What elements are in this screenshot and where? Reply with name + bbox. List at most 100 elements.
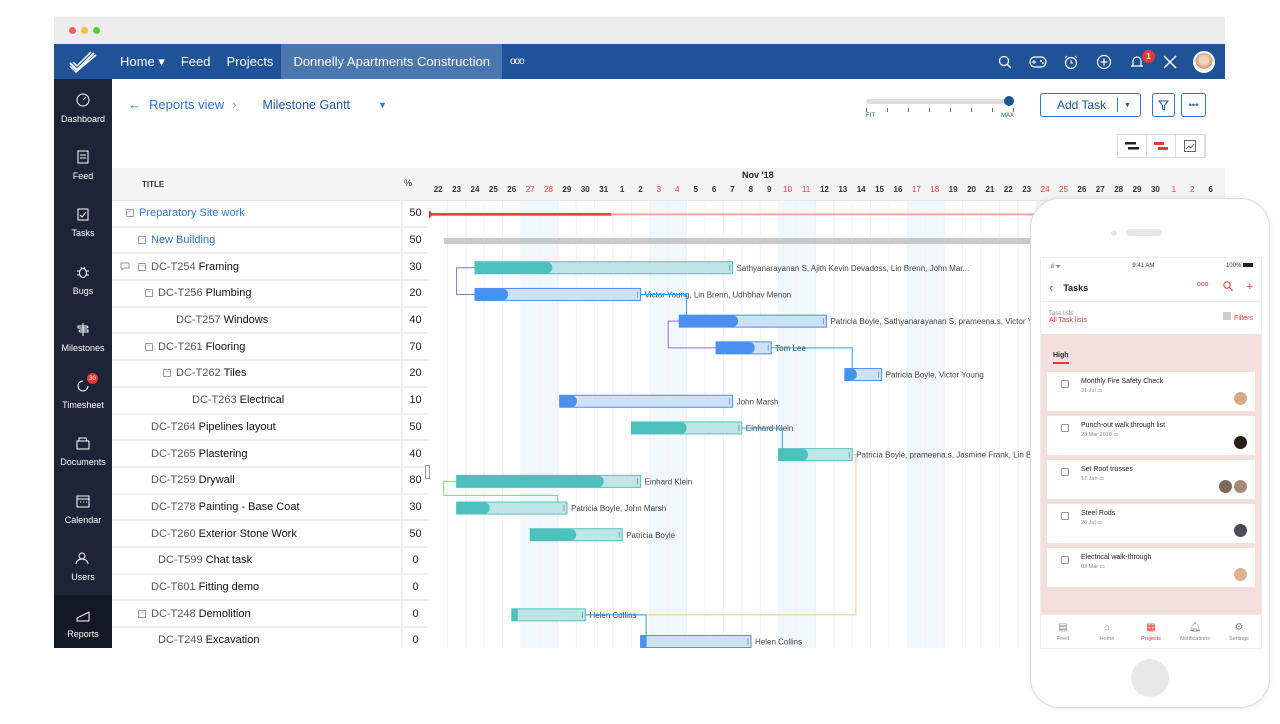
task-row[interactable]: DC-T265 Plastering 40 [112, 441, 428, 468]
user-avatar[interactable] [1193, 50, 1215, 73]
phone-tab-settings[interactable]: ⚙ Settings [1217, 615, 1261, 648]
bell-icon[interactable]: 1 [1127, 49, 1155, 72]
phone-tab-notifications[interactable]: 🔔︎ Notifications [1173, 615, 1217, 648]
task-list-selector[interactable]: Task lists All Task lists Filters [1041, 302, 1261, 332]
add-task-button[interactable]: Add Task ▼ [1040, 93, 1141, 117]
phone-add-icon[interactable]: + [1247, 281, 1253, 294]
back-chevron-icon[interactable]: ‹ [1049, 280, 1053, 295]
more-options-button[interactable]: ••• [1181, 93, 1206, 117]
task-name[interactable]: Chat task [206, 554, 252, 566]
task-name[interactable]: Exterior Stone Work [199, 528, 297, 540]
task-row[interactable]: DC-T259 Drywall 80 [112, 467, 428, 495]
zoom-slider-track[interactable] [866, 99, 1014, 104]
task-name[interactable]: Demolition [199, 608, 251, 620]
task-row[interactable]: DC-T601 Fitting demo 0 [112, 574, 428, 602]
gantt-view-button[interactable] [1118, 135, 1147, 157]
plus-circle-icon[interactable] [1094, 52, 1114, 72]
phone-tab-feed[interactable]: ▤ Feed [1041, 615, 1085, 648]
critical-path-button[interactable] [1147, 135, 1176, 157]
task-row[interactable]: DC-T263 Electrical 10 [112, 387, 428, 415]
tools-icon[interactable] [1160, 52, 1180, 72]
sidebar-item-users[interactable]: Users [54, 537, 112, 594]
chevron-down-icon[interactable]: ▼ [378, 100, 387, 110]
maximize-window-button[interactable] [93, 27, 100, 34]
task-row[interactable]: − DC-T254 Framing 30 [112, 254, 428, 282]
more-icon[interactable]: ooo [1197, 281, 1209, 294]
task-name[interactable]: Fitting demo [199, 581, 260, 593]
sidebar-item-dashboard[interactable]: Dashboard [54, 79, 112, 136]
phone-tab-projects[interactable]: ▦ Projects [1129, 615, 1173, 648]
filter-button[interactable] [1152, 93, 1175, 117]
task-checkbox[interactable] [1061, 424, 1069, 432]
nav-more-button[interactable]: ooo [502, 56, 532, 67]
back-arrow-icon[interactable]: ← [128, 97, 141, 112]
task-name[interactable]: Preparatory Site work [139, 207, 245, 219]
sidebar-item-timesheet[interactable]: 30 Timesheet [54, 365, 112, 422]
reports-view-link[interactable]: Reports view [149, 97, 224, 112]
task-row[interactable]: DC-T249 Excavation 0 [112, 628, 428, 648]
phone-task-card[interactable]: Steel Rods 26 Jul ▭ [1047, 504, 1255, 543]
nav-active-project[interactable]: Donnelly Apartments Construction [281, 44, 502, 79]
task-checkbox[interactable] [1061, 512, 1069, 520]
task-checkbox[interactable] [1061, 556, 1069, 564]
collapse-toggle-icon[interactable]: − [145, 342, 153, 351]
priority-tab-high[interactable]: High [1053, 352, 1069, 364]
task-row[interactable]: − DC-T256 Plumbing 20 [112, 281, 428, 308]
task-row[interactable]: DC-T599 Chat task 0 [112, 547, 428, 575]
checkmark-logo-icon[interactable] [54, 50, 112, 73]
phone-tab-home[interactable]: ⌂ Home [1085, 615, 1129, 648]
task-name[interactable]: Flooring [206, 341, 246, 353]
alarm-clock-icon[interactable] [1061, 52, 1081, 72]
phone-task-card[interactable]: Set Roof trusses 17 Jan ▭ [1047, 460, 1255, 499]
task-name[interactable]: Tiles [224, 367, 247, 379]
view-select[interactable]: Milestone Gantt [262, 98, 350, 112]
collapse-toggle-icon[interactable]: − [126, 209, 134, 218]
task-row[interactable]: − DC-T248 Demolition 0 [112, 601, 428, 628]
sidebar-item-tasks[interactable]: Tasks [54, 194, 112, 251]
zoom-slider[interactable]: FIT MAX [866, 96, 1014, 119]
phone-task-card[interactable]: Electrical walk-through 03 Mar ▭ [1047, 548, 1255, 587]
task-row[interactable]: DC-T278 Painting - Base Coat 30 [112, 494, 428, 522]
close-window-button[interactable] [69, 27, 76, 34]
task-name[interactable]: Electrical [240, 394, 285, 406]
nav-feed[interactable]: Feed [173, 44, 219, 79]
task-row[interactable]: − Preparatory Site work 50 [112, 201, 428, 228]
task-name[interactable]: New Building [151, 234, 215, 246]
collapse-toggle-icon[interactable]: − [138, 236, 146, 245]
zoom-slider-handle[interactable] [1004, 96, 1014, 106]
phone-home-button[interactable] [1131, 659, 1169, 697]
phone-task-card[interactable]: Punch-out walk through list 23 Mar 2018 ▭ [1047, 416, 1255, 455]
collapse-toggle-icon[interactable]: − [145, 289, 153, 298]
task-name[interactable]: Pipelines layout [199, 421, 276, 433]
sidebar-item-calendar[interactable]: Calendar [54, 480, 112, 537]
percent-column-header[interactable]: % [404, 178, 412, 188]
task-row[interactable]: − DC-T261 Flooring 70 [112, 334, 428, 362]
task-row[interactable]: − New Building 50 [112, 227, 428, 255]
task-lists-value[interactable]: All Task lists [1049, 317, 1087, 324]
add-task-dropdown-icon[interactable]: ▼ [1124, 102, 1131, 109]
task-checkbox[interactable] [1061, 380, 1069, 388]
baseline-button[interactable] [1176, 135, 1205, 157]
task-name[interactable]: Plumbing [206, 287, 252, 299]
collapse-toggle-icon[interactable]: − [138, 609, 146, 618]
task-name[interactable]: Excavation [206, 634, 260, 646]
comment-icon[interactable] [120, 262, 130, 274]
collapse-toggle-icon[interactable]: − [163, 369, 171, 378]
title-column-header[interactable]: TITLE [142, 180, 164, 189]
phone-filters-button[interactable]: Filters [1234, 315, 1253, 322]
sidebar-item-milestones[interactable]: Milestones [54, 308, 112, 365]
sidebar-item-documents[interactable]: Documents [54, 423, 112, 480]
task-row[interactable]: DC-T260 Exterior Stone Work 50 [112, 521, 428, 548]
nav-projects[interactable]: Projects [218, 44, 281, 79]
task-row[interactable]: DC-T264 Pipelines layout 50 [112, 414, 428, 442]
nav-home[interactable]: Home ▾ [112, 44, 173, 79]
task-name[interactable]: Plastering [199, 448, 248, 460]
phone-search-icon[interactable] [1222, 281, 1233, 294]
task-name[interactable]: Framing [199, 261, 239, 273]
sidebar-item-bugs[interactable]: Bugs [54, 251, 112, 308]
task-name[interactable]: Painting - Base Coat [199, 501, 300, 513]
collapse-toggle-icon[interactable]: − [138, 262, 146, 271]
sidebar-item-feed[interactable]: Feed [54, 136, 112, 193]
minimize-window-button[interactable] [81, 27, 88, 34]
task-checkbox[interactable] [1061, 468, 1069, 476]
